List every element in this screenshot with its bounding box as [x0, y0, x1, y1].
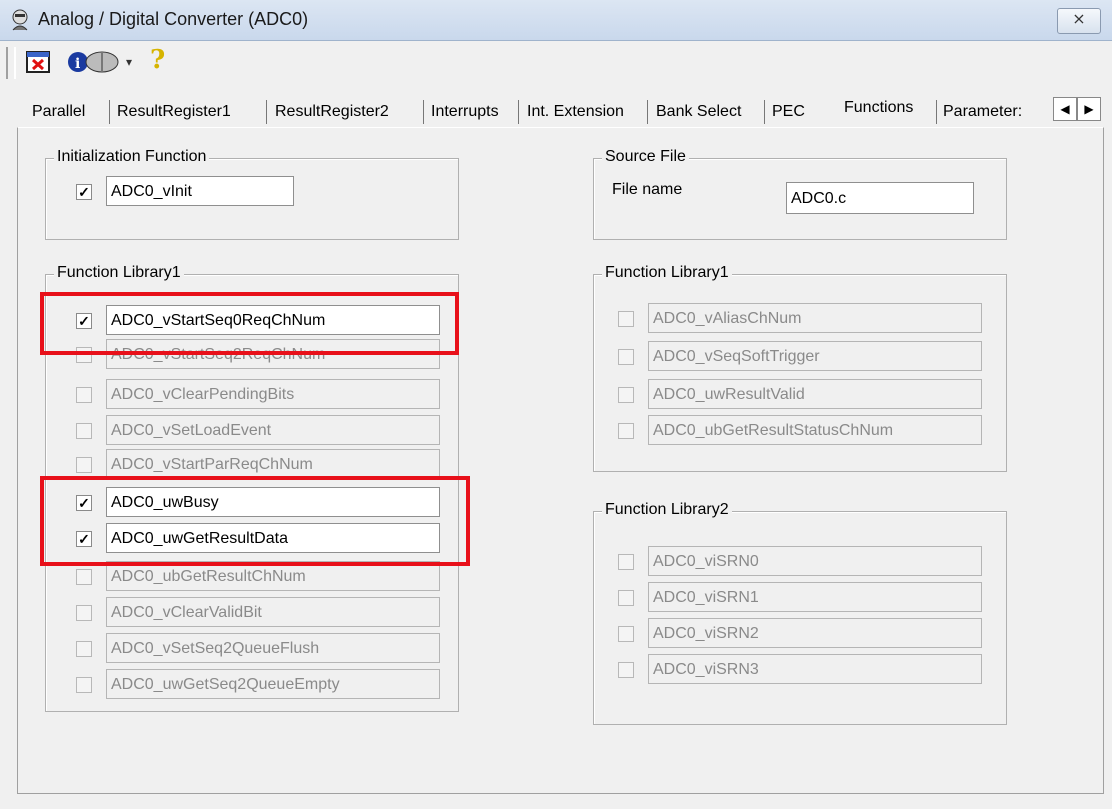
- function-checkbox[interactable]: [76, 457, 92, 473]
- svg-text:i: i: [75, 56, 80, 72]
- group-title: Source File: [602, 148, 689, 166]
- close-button[interactable]: ⨯: [1057, 8, 1101, 34]
- function-checkbox[interactable]: [76, 387, 92, 403]
- tab-int-extension[interactable]: Int. Extension: [527, 98, 624, 126]
- file-name-label: File name: [612, 181, 683, 198]
- function-field: ADC0_viSRN1: [648, 582, 982, 612]
- group-title: Function Library1: [54, 264, 184, 282]
- tab-separator: [764, 100, 765, 124]
- function-checkbox[interactable]: [76, 605, 92, 621]
- function-checkbox[interactable]: [618, 554, 634, 570]
- tab-separator: [647, 100, 648, 124]
- list-item: ADC0_uwGetSeq2QueueEmpty: [76, 669, 446, 701]
- function-field: ADC0_vStartParReqChNum: [106, 449, 440, 479]
- title-bar: Analog / Digital Converter (ADC0) ⨯: [0, 0, 1112, 41]
- chevron-down-icon[interactable]: ▾: [126, 55, 132, 69]
- tab-separator: [518, 100, 519, 124]
- list-item: ADC0_viSRN2: [618, 618, 988, 650]
- function-checkbox[interactable]: [618, 626, 634, 642]
- function-field: ADC0_uwResultValid: [648, 379, 982, 409]
- init-field[interactable]: ADC0_vInit: [106, 176, 294, 206]
- function-field: ADC0_vClearPendingBits: [106, 379, 440, 409]
- function-field: ADC0_vSetSeq2QueueFlush: [106, 633, 440, 663]
- list-item: ADC0_vSetLoadEvent: [76, 415, 446, 447]
- list-item: ADC0_viSRN0: [618, 546, 988, 578]
- function-checkbox[interactable]: [76, 677, 92, 693]
- function-field: ADC0_ubGetResultStatusChNum: [648, 415, 982, 445]
- tab-resultregister1[interactable]: ResultRegister1: [117, 98, 231, 126]
- function-checkbox[interactable]: [618, 311, 634, 327]
- function-field: ADC0_uwGetSeq2QueueEmpty: [106, 669, 440, 699]
- info-book-icon[interactable]: i: [66, 47, 122, 77]
- scroll-right-icon[interactable]: ▶: [1077, 97, 1101, 121]
- highlight-box-bottom: [40, 476, 470, 566]
- group-title: Function Library1: [602, 264, 732, 282]
- function-field: ADC0_vSetLoadEvent: [106, 415, 440, 445]
- tab-strip: Parallel ResultRegister1 ResultRegister2…: [29, 94, 1099, 128]
- list-item: ✓ ADC0_vInit: [76, 176, 376, 208]
- function-field: ADC0_viSRN0: [648, 546, 982, 576]
- functions-panel: Initialization Function ✓ ADC0_vInit Sou…: [17, 127, 1104, 794]
- function-field: ADC0_vSeqSoftTrigger: [648, 341, 982, 371]
- tab-bank-select[interactable]: Bank Select: [656, 98, 741, 126]
- init-checkbox[interactable]: ✓: [76, 184, 92, 200]
- list-item: ADC0_ubGetResultStatusChNum: [618, 415, 988, 447]
- function-checkbox[interactable]: [76, 641, 92, 657]
- list-item: ADC0_vClearValidBit: [76, 597, 446, 629]
- window-title: Analog / Digital Converter (ADC0): [38, 9, 309, 29]
- tab-parallel[interactable]: Parallel: [32, 98, 85, 126]
- scroll-left-icon[interactable]: ◀: [1053, 97, 1077, 121]
- wizard-icon: [12, 9, 28, 31]
- function-field: ADC0_vAliasChNum: [648, 303, 982, 333]
- tab-parameters[interactable]: Parameter:: [943, 98, 1022, 126]
- group-title: Initialization Function: [54, 148, 210, 166]
- tab-pec[interactable]: PEC: [772, 98, 805, 126]
- help-icon[interactable]: ?: [150, 45, 165, 75]
- function-checkbox[interactable]: [618, 662, 634, 678]
- list-item: ADC0_uwResultValid: [618, 379, 988, 411]
- init-function-group: Initialization Function ✓ ADC0_vInit: [45, 148, 459, 240]
- tab-interrupts[interactable]: Interrupts: [431, 98, 499, 126]
- close-icon: ⨯: [1072, 11, 1086, 28]
- source-file-group: Source File File name ADC0.c: [593, 148, 1007, 240]
- list-item: ADC0_viSRN1: [618, 582, 988, 614]
- function-checkbox[interactable]: [76, 569, 92, 585]
- function-checkbox[interactable]: [618, 349, 634, 365]
- toolbar: i ▾ ?: [0, 41, 1112, 91]
- function-checkbox[interactable]: [618, 387, 634, 403]
- function-field: ADC0_vClearValidBit: [106, 597, 440, 627]
- tab-resultregister2[interactable]: ResultRegister2: [275, 98, 389, 126]
- toolbar-grip[interactable]: [6, 47, 16, 79]
- tab-separator: [423, 100, 424, 124]
- tab-separator: [936, 100, 937, 124]
- function-checkbox[interactable]: [618, 590, 634, 606]
- list-item: ADC0_vClearPendingBits: [76, 379, 446, 411]
- function-library2-right: Function Library2 ADC0_viSRN0 ADC0_viSRN…: [593, 501, 1007, 725]
- function-library1-right: Function Library1 ADC0_vAliasChNum ADC0_…: [593, 264, 1007, 472]
- list-item: ADC0_vAliasChNum: [618, 303, 988, 335]
- function-field: ADC0_viSRN3: [648, 654, 982, 684]
- exit-icon[interactable]: [24, 47, 54, 77]
- tab-scroll: ◀ ▶: [1053, 97, 1101, 121]
- function-field: ADC0_viSRN2: [648, 618, 982, 648]
- highlight-box-top: [40, 292, 459, 355]
- tab-functions[interactable]: Functions: [844, 94, 914, 124]
- tab-separator: [109, 100, 110, 124]
- group-title: Function Library2: [602, 501, 732, 519]
- tab-separator: [266, 100, 267, 124]
- list-item: ADC0_vSetSeq2QueueFlush: [76, 633, 446, 665]
- function-checkbox[interactable]: [618, 423, 634, 439]
- function-checkbox[interactable]: [76, 423, 92, 439]
- list-item: ADC0_viSRN3: [618, 654, 988, 686]
- file-name-input[interactable]: ADC0.c: [786, 182, 974, 214]
- list-item: ADC0_vSeqSoftTrigger: [618, 341, 988, 373]
